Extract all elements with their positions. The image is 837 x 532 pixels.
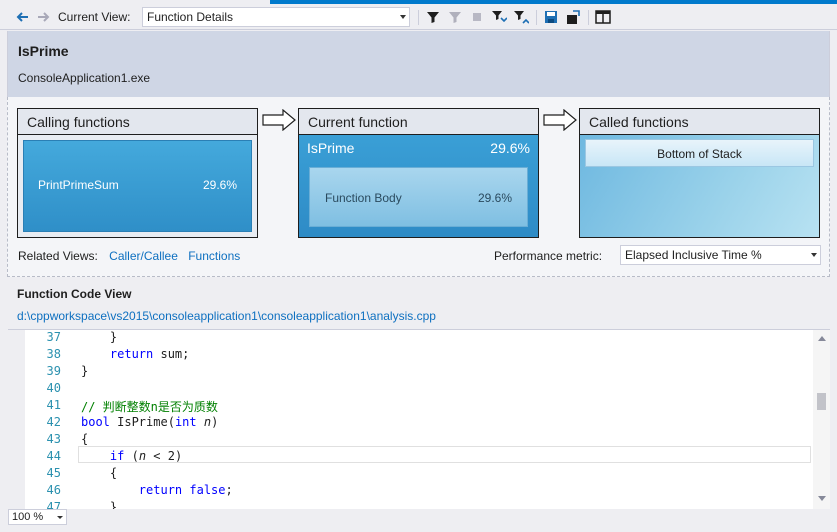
function-name-title: IsPrime [18,43,69,59]
calling-function-pct: 29.6% [202,178,237,192]
current-function-title: Current function [299,109,538,135]
code-line-38: return sum; [81,347,190,361]
collapse-icon[interactable] [490,8,508,26]
caller-callee-link[interactable]: Caller/Callee [109,249,178,263]
toolbar: Current View: Function Details [0,4,837,30]
current-view-select[interactable]: Function Details [142,7,410,27]
calling-functions-box: Calling functions PrintPrimeSum 29.6% [17,108,258,238]
code-line: 42 bool IsPrime(int n) [46,415,219,429]
code-line: 47 } [46,500,118,509]
flow-arrow-icon [543,109,577,131]
filter-icon[interactable] [424,8,442,26]
code-line: 37 } [46,330,118,344]
back-arrow-icon[interactable] [14,8,32,26]
current-view-value: Function Details [147,10,234,24]
status-bar: 100 % [0,509,837,532]
performance-metric-select[interactable]: Elapsed Inclusive Time % [620,245,821,265]
chevron-down-icon [57,516,63,519]
code-line: 41// 判断整数n是否为质数 [46,398,218,414]
export-icon[interactable] [564,8,582,26]
zoom-select[interactable]: 100 % [8,509,67,525]
calling-function-name: PrintPrimeSum [38,178,119,192]
code-line: 45 { [46,466,118,480]
code-line: 40 [46,381,61,395]
code-view-title: Function Code View [17,287,132,301]
code-line: 38 return sum; [46,347,190,361]
current-function-name: IsPrime [307,140,355,156]
current-function-box: Current function IsPrime 29.6% Function … [298,108,539,238]
call-graph-panel: Calling functions PrintPrimeSum 29.6% Cu… [7,97,830,277]
code-line: 44 if (n < 2) [46,449,183,463]
calling-functions-title: Calling functions [18,109,257,135]
current-view-label: Current View: [58,10,131,24]
scroll-up-icon[interactable] [818,336,826,341]
code-line: 39} [46,364,89,378]
performance-metric-value: Elapsed Inclusive Time % [625,248,762,262]
save-icon[interactable] [542,8,560,26]
related-views: Related Views: Caller/Callee Functions [18,249,240,263]
source-file-link[interactable]: d:\cppworkspace\vs2015\consoleapplicatio… [17,309,436,323]
bottom-of-stack-button[interactable]: Bottom of Stack [585,139,814,167]
current-function-tile[interactable]: IsPrime 29.6% Function Body 29.6% [299,135,538,237]
zoom-value: 100 % [12,511,44,523]
scroll-down-icon[interactable] [818,496,826,501]
code-line: 46 return false; [46,483,233,497]
code-line: 43{ [46,432,89,446]
vertical-scrollbar[interactable] [813,330,830,509]
code-editor[interactable]: 37 } 38 return sum; 39} 40 41// 判断整数n是否为… [8,329,830,509]
function-header: IsPrime ConsoleApplication1.exe [7,31,830,97]
functions-link[interactable]: Functions [188,249,240,263]
related-views-label: Related Views: [18,249,98,263]
forward-arrow-icon[interactable] [34,8,52,26]
function-body-pct: 29.6% [477,191,512,205]
split-view-icon[interactable] [594,8,612,26]
function-body-tile[interactable]: Function Body 29.6% [309,167,528,227]
current-function-pct: 29.6% [490,140,530,156]
called-functions-title: Called functions [580,109,819,135]
stop-icon[interactable] [468,8,486,26]
calling-function-tile[interactable]: PrintPrimeSum 29.6% [23,140,252,232]
module-name: ConsoleApplication1.exe [18,71,151,85]
performance-metric-label: Performance metric: [494,249,603,263]
expand-icon[interactable] [512,8,530,26]
flow-arrow-icon [262,109,296,131]
scroll-thumb[interactable] [817,393,826,410]
clear-filter-icon[interactable] [446,8,464,26]
chevron-down-icon [811,253,817,257]
function-body-name: Function Body [325,191,402,205]
called-functions-box: Called functions Bottom of Stack [579,108,820,238]
chevron-down-icon [400,15,406,19]
